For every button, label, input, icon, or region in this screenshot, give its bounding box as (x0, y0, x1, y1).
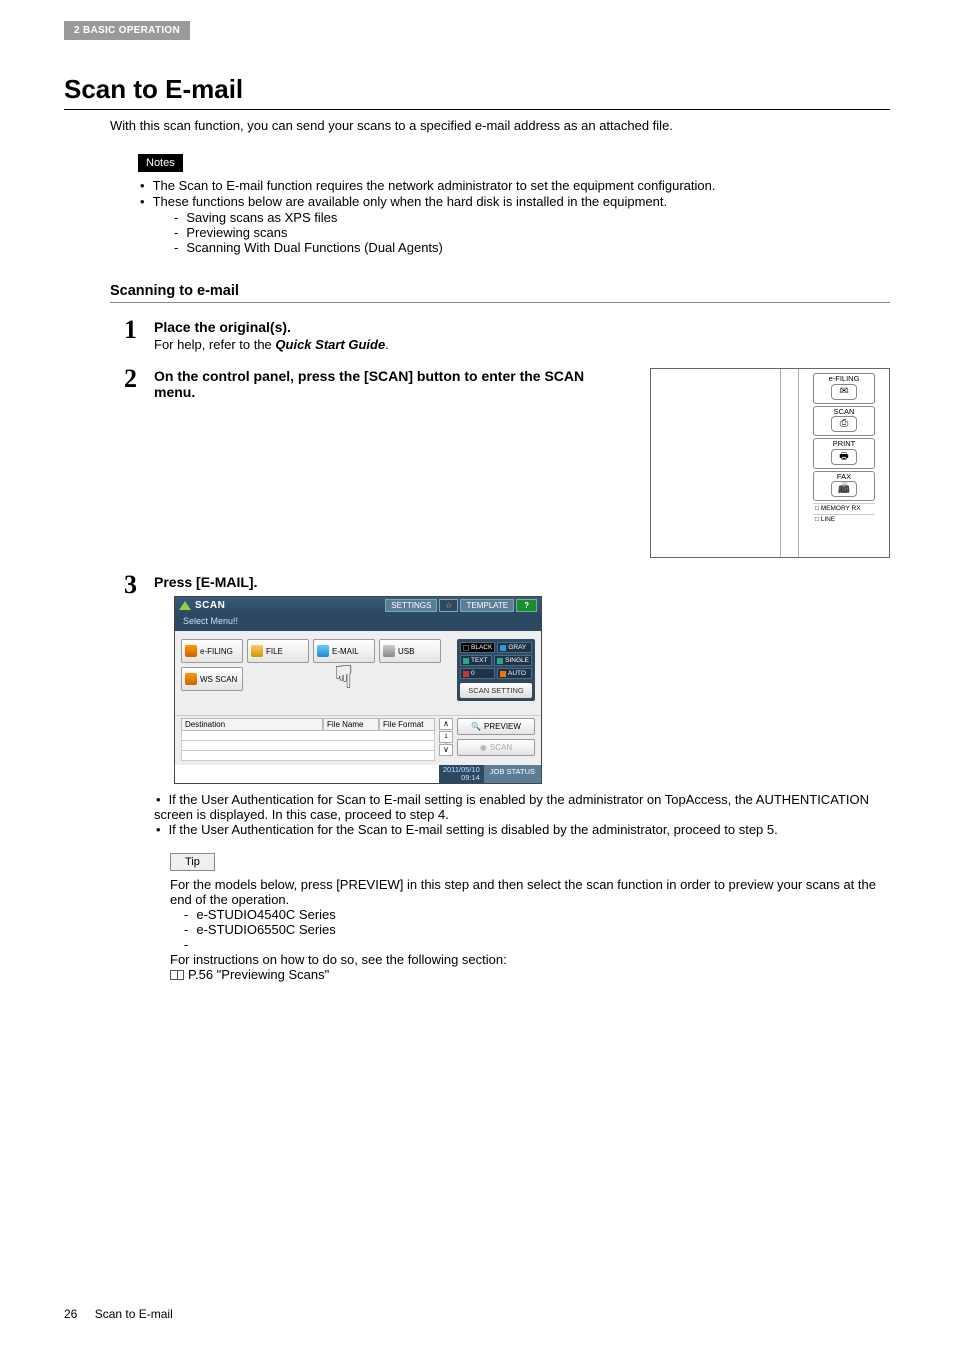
breadcrumb: 2 BASIC OPERATION (64, 21, 190, 40)
scan-button[interactable]: ◉SCAN (457, 739, 535, 756)
pointer-hand-icon: ☟ (334, 658, 353, 696)
template-button[interactable]: TEMPLATE (460, 599, 514, 612)
panel-efiling-button: e-FILING✉ (813, 373, 875, 404)
scan-start-icon: ◉ (480, 743, 487, 752)
step3-note: If the User Authentication for the Scan … (154, 822, 890, 837)
panel-scan-button: SCAN⎙ (813, 406, 875, 437)
tip-text: For the models below, press [PREVIEW] in… (170, 877, 890, 907)
memory-rx-indicator: MEMORY RX (813, 503, 875, 512)
subheading: Scanning to e-mail (110, 283, 890, 303)
step-2: 2 On the control panel, press the [SCAN]… (124, 366, 890, 558)
page-number: 26 (64, 1307, 77, 1321)
scan-setting-button[interactable]: SCAN SETTING (460, 683, 532, 698)
note-subitem: Scanning With Dual Functions (Dual Agent… (174, 240, 890, 255)
line-indicator: LINE (813, 514, 875, 523)
preview-button[interactable]: 🔍PREVIEW (457, 718, 535, 735)
fax-icon: 📠 (831, 481, 857, 497)
table-rows (181, 731, 435, 761)
step-title: Place the original(s). (154, 319, 890, 335)
col-destination: Destination (181, 718, 323, 731)
step-title: Press [E-MAIL]. (154, 574, 890, 590)
usb-button[interactable]: USB (379, 639, 441, 663)
step-subtext: For help, refer to the Quick Start Guide… (154, 337, 890, 352)
tip-model: e-STUDIO4540C Series (184, 907, 890, 922)
page-footer: 26 Scan to E-mail (64, 1307, 173, 1321)
job-status-button[interactable]: JOB STATUS (484, 765, 541, 783)
step3-note: If the User Authentication for Scan to E… (154, 792, 890, 822)
favorite-button[interactable]: ☆ (439, 599, 458, 612)
scan-logo-icon (179, 601, 191, 610)
note-subitem: Saving scans as XPS files (174, 210, 890, 225)
note-item: These functions below are available only… (138, 194, 890, 209)
efiling-icon (185, 645, 197, 657)
screen-subtitle: Select Menu!! (175, 614, 541, 631)
file-button[interactable]: FILE (247, 639, 309, 663)
ws-scan-button[interactable]: WS SCAN (181, 667, 243, 691)
panel-print-button: PRINT🖶 (813, 438, 875, 469)
tip-block: Tip For the models below, press [PREVIEW… (170, 853, 890, 982)
efiling-button[interactable]: e-FILING (181, 639, 243, 663)
help-button[interactable]: ? (516, 599, 537, 612)
email-icon (317, 645, 329, 657)
scan-icon: ⎙ (831, 416, 857, 432)
tip-reference: P.56 "Previewing Scans" (170, 967, 890, 982)
nav-page: 1 1 (439, 731, 453, 743)
intro-text: With this scan function, you can send yo… (110, 118, 890, 133)
scan-settings-panel: BLACKGRAY TEXTSINGLE 0AUTO SCAN SETTING (457, 639, 535, 701)
file-icon (251, 645, 263, 657)
panel-fax-button: FAX📠 (813, 471, 875, 502)
book-icon (170, 970, 184, 980)
nav-down-button[interactable]: ∨ (439, 744, 453, 756)
step-title: On the control panel, press the [SCAN] b… (154, 368, 594, 400)
nav-up-button[interactable]: ∧ (439, 718, 453, 730)
page-title: Scan to E-mail (64, 74, 890, 110)
preview-icon: 🔍 (471, 722, 481, 731)
usb-icon (383, 645, 395, 657)
tip-model: e-STUDIO6550C Series (184, 922, 890, 937)
step-number: 3 (124, 572, 154, 598)
email-button[interactable]: E-MAIL ☟ (313, 639, 375, 663)
timestamp: 2011/05/10 09:14 (439, 765, 484, 783)
col-filename: File Name (323, 718, 379, 731)
tip-model (184, 937, 890, 952)
col-fileformat: File Format (379, 718, 435, 731)
settings-button[interactable]: SETTINGS (385, 599, 437, 612)
screen-title: SCAN (195, 600, 225, 611)
control-panel-illustration: e-FILING✉ SCAN⎙ PRINT🖶 FAX📠 MEMORY RX LI… (650, 368, 890, 558)
footer-section: Scan to E-mail (95, 1307, 173, 1321)
tip-label: Tip (170, 853, 215, 871)
step-number: 1 (124, 317, 154, 343)
step-3: 3 Press [E-MAIL]. SCAN SETTINGS ☆ TEMPLA… (124, 572, 890, 982)
step-1: 1 Place the original(s). For help, refer… (124, 317, 890, 352)
envelope-icon: ✉ (831, 384, 857, 400)
note-item: The Scan to E-mail function requires the… (138, 178, 890, 193)
scan-menu-screenshot: SCAN SETTINGS ☆ TEMPLATE ? Select Menu!!… (174, 596, 542, 784)
note-subitem: Previewing scans (174, 225, 890, 240)
notes-block: Notes The Scan to E-mail function requir… (138, 153, 890, 255)
ws-scan-icon (185, 673, 197, 685)
step-number: 2 (124, 366, 154, 392)
notes-label: Notes (138, 154, 183, 172)
tip-post: For instructions on how to do so, see th… (170, 952, 890, 967)
print-icon: 🖶 (831, 449, 857, 465)
